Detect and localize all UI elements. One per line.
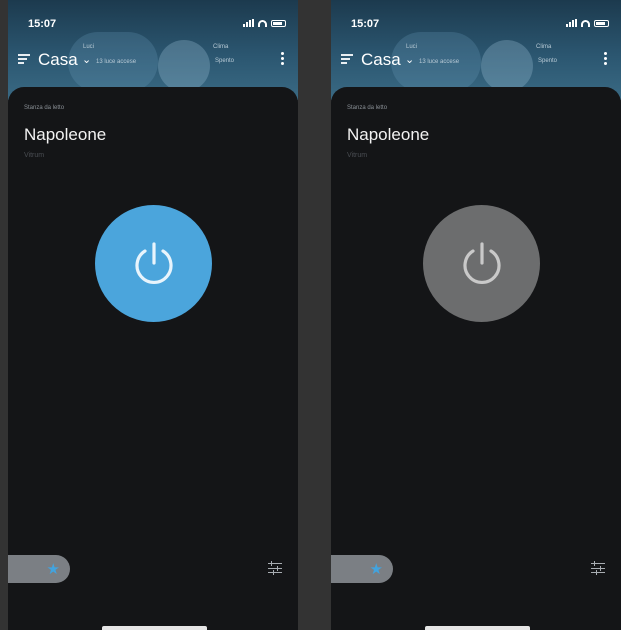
more-options-icon[interactable] [604,52,607,67]
header-bar: 15:07 Casa ⌄ Luci 13 luce accese Clima S… [331,0,621,100]
star-icon: ★ [46,560,60,578]
chip-lights-sub: 13 luce accese [419,59,460,65]
status-time: 15:07 [28,18,57,30]
star-icon: ★ [369,560,383,578]
phone-screen-on: 15:07 Casa ⌄ Luci 13 luce accese Clima S… [8,0,298,630]
power-icon [134,241,173,284]
header-background-shape [158,40,210,92]
home-indicator [425,626,530,630]
device-name: Napoleone [347,125,430,144]
status-icons [566,19,609,27]
chip-lights-sub: 13 luce accese [96,59,137,65]
chip-lights-label: Luci [406,44,418,50]
favorite-button[interactable]: ★ [331,555,393,583]
power-icon [462,241,501,284]
power-toggle-button[interactable] [423,205,540,322]
chip-climate-label: Clima [536,44,552,50]
room-label: Stanza da letto [24,105,65,111]
header-background-shape [481,40,533,92]
wifi-icon [258,20,267,27]
menu-icon[interactable] [18,54,30,64]
phone-screen-off: 15:07 Casa ⌄ Luci 13 luce accese Clima S… [331,0,621,630]
status-icons [243,19,286,27]
battery-icon [271,20,286,27]
signal-icon [243,19,254,27]
device-sheet: Stanza da letto Napoleone Vitrum ★ [8,87,298,630]
chevron-down-icon[interactable]: ⌄ [405,53,414,66]
chevron-down-icon[interactable]: ⌄ [82,53,91,66]
chip-climate-label: Clima [213,44,229,50]
header-bar: 15:07 Casa ⌄ Luci 13 luce accese Clima S… [8,0,298,100]
chip-lights-label: Luci [83,44,95,50]
device-model: Vitrum [24,152,45,159]
chip-climate-sub: Spento [538,58,558,64]
tune-icon[interactable] [268,561,282,575]
device-sheet: Stanza da letto Napoleone Vitrum ★ [331,87,621,630]
home-selector[interactable]: Casa [38,50,78,70]
status-time: 15:07 [351,18,380,30]
room-label: Stanza da letto [347,105,388,111]
more-options-icon[interactable] [281,52,284,67]
favorite-button[interactable]: ★ [8,555,70,583]
chip-climate-sub: Spento [215,58,235,64]
tune-icon[interactable] [591,561,605,575]
home-indicator [102,626,207,630]
battery-icon [594,20,609,27]
signal-icon [566,19,577,27]
device-name: Napoleone [24,125,107,144]
power-toggle-button[interactable] [95,205,212,322]
menu-icon[interactable] [341,54,353,64]
device-model: Vitrum [347,152,368,159]
wifi-icon [581,20,590,27]
home-selector[interactable]: Casa [361,50,401,70]
